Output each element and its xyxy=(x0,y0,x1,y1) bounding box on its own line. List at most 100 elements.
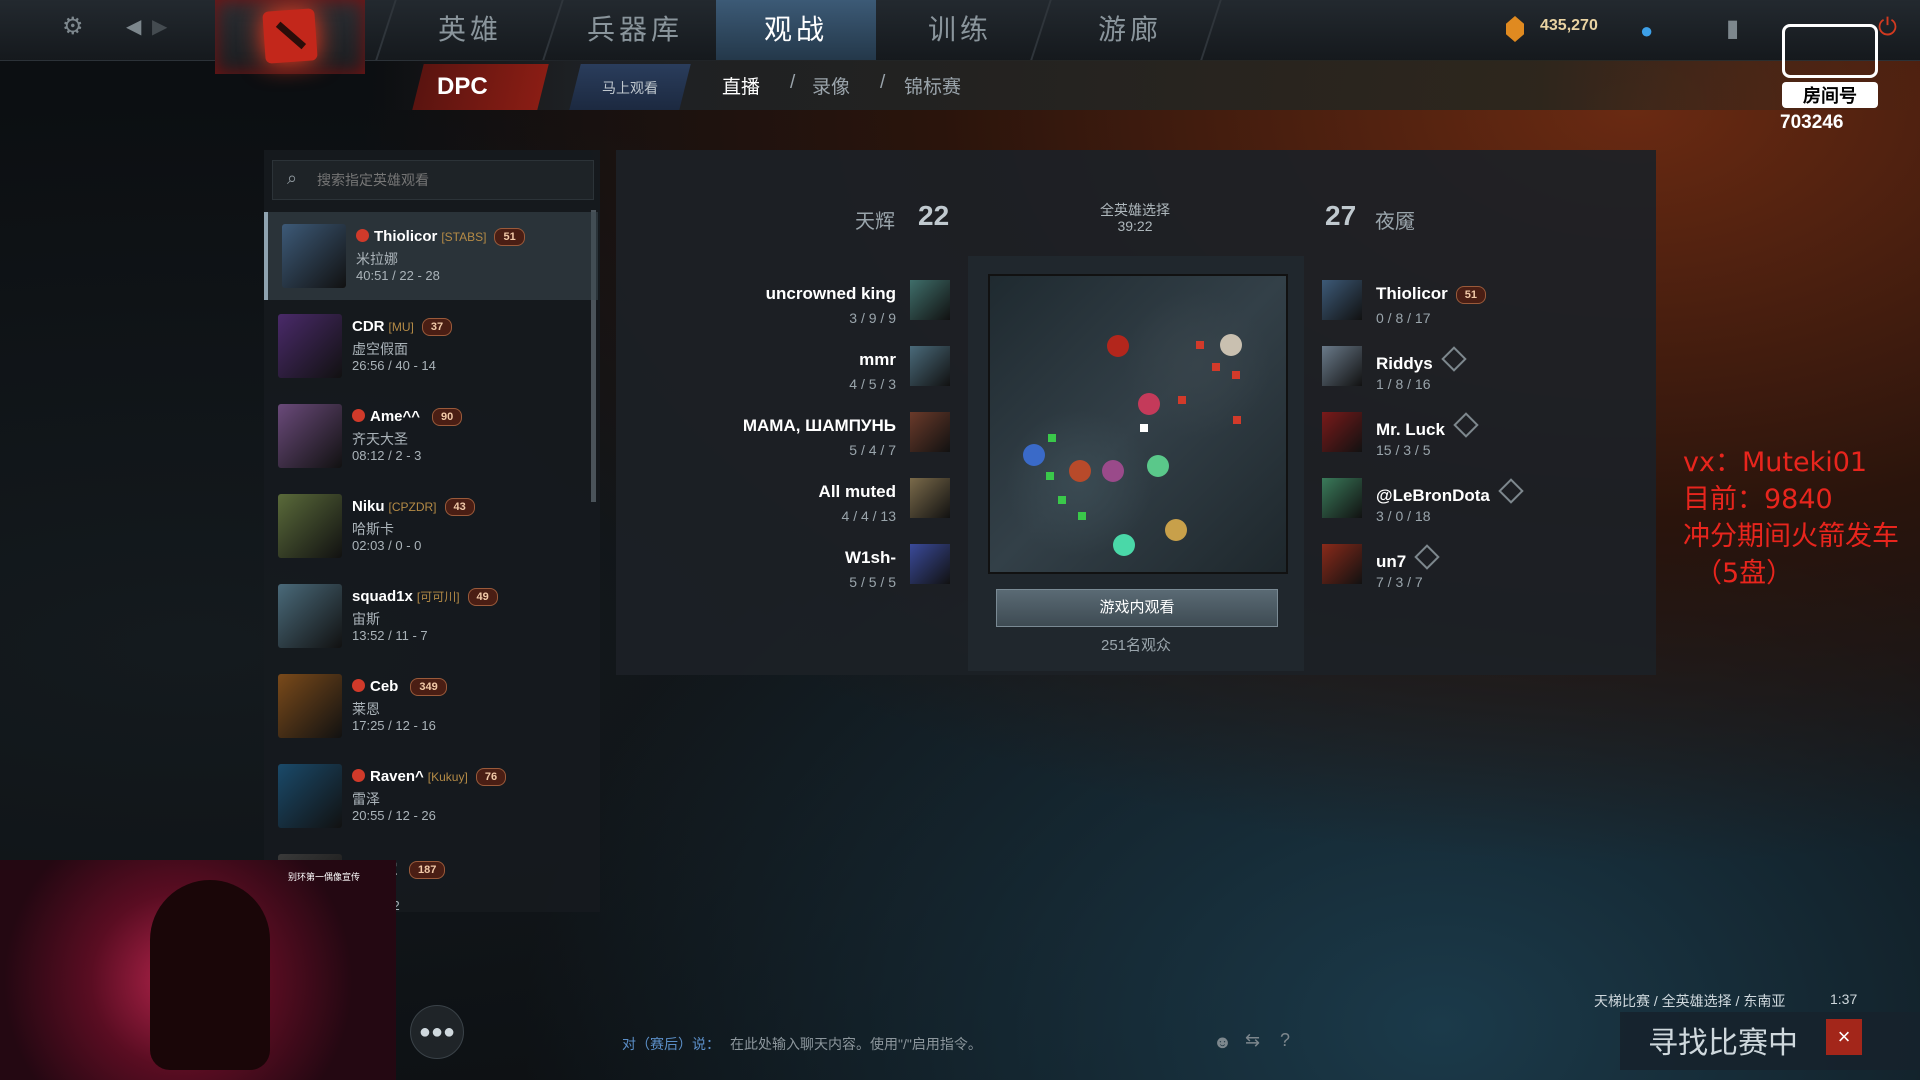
player-name: Thiolicor xyxy=(1376,284,1448,303)
player-level-badge: 90 xyxy=(432,408,463,426)
dire-player-row[interactable]: Thiolicor 51 0 / 8 / 17 xyxy=(1322,276,1582,336)
hero-portrait xyxy=(1322,346,1362,386)
watch-now-label[interactable]: 马上观看 xyxy=(602,78,658,98)
rank-icon xyxy=(1453,412,1479,438)
player-name: CDR xyxy=(352,318,385,335)
dota-logo-icon[interactable] xyxy=(262,8,318,64)
tab-learn[interactable]: 训练 xyxy=(885,0,1035,60)
player-name: Raven^ xyxy=(370,768,424,785)
hero-search-box[interactable]: ⌕ xyxy=(272,160,594,200)
live-game-row[interactable]: Raven^ [Kukuy] 76 雷泽 20:55 / 12 - 26 xyxy=(264,752,594,840)
game-stats: 08:12 / 2 - 3 xyxy=(352,448,422,463)
character-silhouette xyxy=(150,880,270,1070)
player-name-line: squad1x [可可川] 49 xyxy=(352,588,498,606)
chat-channel-label[interactable]: 对（赛后）说： xyxy=(622,1034,720,1054)
player-team-tag: [CPZDR] xyxy=(388,500,437,514)
rank-icon xyxy=(1414,544,1440,570)
radiant-score: 22 xyxy=(918,200,950,231)
inventory-icon[interactable]: ▮ xyxy=(1726,14,1739,43)
watch-in-game-button[interactable]: 游戏内观看 xyxy=(996,589,1278,627)
player-level-badge: 51 xyxy=(1455,286,1487,304)
live-game-row[interactable]: Thiolicor [STABS] 51 米拉娜 40:51 / 22 - 28 xyxy=(264,212,598,300)
help-icon[interactable]: ? xyxy=(1280,1030,1290,1051)
player-level-badge: 187 xyxy=(409,861,446,879)
player-name-line: Thiolicor 51 xyxy=(1376,284,1487,304)
player-name-line: CDR [MU] 37 xyxy=(352,318,453,336)
live-game-row[interactable]: Ceb 349 莱恩 17:25 / 12 - 16 xyxy=(264,662,594,750)
dire-hero-marker xyxy=(1220,334,1242,356)
player-kda: 0 / 8 / 17 xyxy=(1376,310,1431,326)
streamer-room-logo: 房间号 xyxy=(1782,24,1878,110)
tab-arcade[interactable]: 游廊 xyxy=(1050,0,1210,60)
dire-building xyxy=(1212,363,1220,371)
game-stats: 20:55 / 12 - 26 xyxy=(352,808,436,823)
player-kda: 5 / 5 / 5 xyxy=(849,574,896,590)
player-name: squad1x xyxy=(352,588,413,605)
hero-portrait xyxy=(1322,280,1362,320)
player-name: mmr xyxy=(859,350,896,369)
game-stats: 13:52 / 11 - 7 xyxy=(352,628,428,643)
tab-armory[interactable]: 兵器库 xyxy=(560,0,710,60)
hero-search-input[interactable] xyxy=(315,161,589,199)
roshan-marker xyxy=(1140,424,1148,432)
party-icon[interactable]: ●●● xyxy=(410,1005,464,1059)
hero-portrait xyxy=(910,478,950,518)
live-game-row[interactable]: Niku [CPZDR] 43 哈斯卡 02:03 / 0 - 0 xyxy=(264,482,594,570)
radiant-player-row[interactable]: МАМА, ШАМПУНЬ 5 / 4 / 7 xyxy=(700,408,950,468)
verified-icon xyxy=(352,679,365,692)
power-icon[interactable]: ⏻ xyxy=(1878,14,1897,42)
live-tab[interactable]: 直播 xyxy=(722,72,760,99)
live-game-row[interactable]: CDR [MU] 37 虚空假面 26:56 / 40 - 14 xyxy=(264,302,594,390)
hero-portrait xyxy=(1322,478,1362,518)
radiant-player-row[interactable]: uncrowned king 3 / 9 / 9 xyxy=(700,276,950,336)
hero-name: 虚空假面 xyxy=(352,341,408,357)
swap-icon[interactable]: ⇆ xyxy=(1245,1030,1260,1051)
replays-tab[interactable]: 录像 xyxy=(812,72,850,99)
overlay-line: （5盘） xyxy=(1695,558,1794,589)
game-mode: 全英雄选择 xyxy=(1100,202,1170,218)
douyu-logo-icon xyxy=(1782,24,1878,78)
radiant-player-row[interactable]: All muted 4 / 4 / 13 xyxy=(700,474,950,534)
dire-building xyxy=(1232,371,1240,379)
player-name: uncrowned king xyxy=(765,284,896,303)
player-team-tag: [STABS] xyxy=(441,230,487,244)
rank-icon xyxy=(1440,346,1467,372)
player-name-line: Ame^^ 90 xyxy=(352,408,463,426)
stream-overlay-text: vx：Muteki01 目前：9840 冲分期间火箭发车 （5盘） xyxy=(1683,444,1899,592)
overlay-line: 冲分期间火箭发车 xyxy=(1683,521,1899,552)
back-arrow-icon[interactable]: ◀ xyxy=(126,14,141,39)
hero-portrait xyxy=(282,224,346,288)
radiant-hero-marker xyxy=(1147,455,1169,477)
live-game-row[interactable]: squad1x [可可川] 49 宙斯 13:52 / 11 - 7 xyxy=(264,572,594,660)
hero-portrait xyxy=(278,584,342,648)
tab-heroes[interactable]: 英雄 xyxy=(395,0,545,60)
emoji-icon[interactable]: ☻ xyxy=(1213,1032,1232,1053)
forward-arrow-icon[interactable]: ▶ xyxy=(152,14,167,39)
live-game-row[interactable]: Ame^^ 90 齐天大圣 08:12 / 2 - 3 xyxy=(264,392,594,480)
player-kda: 4 / 4 / 13 xyxy=(841,508,896,524)
player-kda: 15 / 3 / 5 xyxy=(1376,442,1431,458)
dire-player-row[interactable]: Mr. Luck 15 / 3 / 5 xyxy=(1322,408,1582,468)
cancel-search-button[interactable]: × xyxy=(1826,1019,1862,1055)
player-name-line: Ceb 349 xyxy=(352,678,447,696)
player-name: All muted xyxy=(818,482,896,501)
player-name-line: Niku [CPZDR] 43 xyxy=(352,498,475,516)
radiant-player-row[interactable]: mmr 4 / 5 / 3 xyxy=(700,342,950,402)
radiant-player-row[interactable]: W1sh- 5 / 5 / 5 xyxy=(700,540,950,600)
chat-icon[interactable]: ● xyxy=(1640,18,1653,44)
player-name-line: Raven^ [Kukuy] 76 xyxy=(352,768,507,786)
player-name-line: un7 xyxy=(1376,544,1440,572)
dire-player-row[interactable]: @LeBronDota 3 / 0 / 18 xyxy=(1322,474,1582,534)
tab-watch[interactable]: 观战 xyxy=(716,0,876,60)
tournaments-tab[interactable]: 锦标赛 xyxy=(904,72,961,99)
dire-player-row[interactable]: Riddys 1 / 8 / 16 xyxy=(1322,342,1582,402)
player-name-line: Mr. Luck xyxy=(1376,412,1479,440)
minimap[interactable] xyxy=(988,274,1288,574)
hero-name: 哈斯卡 xyxy=(352,521,394,537)
chat-input[interactable]: 在此处输入聊天内容。使用"/"启用指令。 xyxy=(730,1034,982,1054)
dpc-label[interactable]: DPC xyxy=(437,73,488,101)
dire-player-row[interactable]: un7 7 / 3 / 7 xyxy=(1322,540,1582,600)
player-name-line: Thiolicor [STABS] 51 xyxy=(356,228,525,246)
player-kda: 1 / 8 / 16 xyxy=(1376,376,1431,392)
gear-icon[interactable]: ⚙ xyxy=(62,12,84,41)
